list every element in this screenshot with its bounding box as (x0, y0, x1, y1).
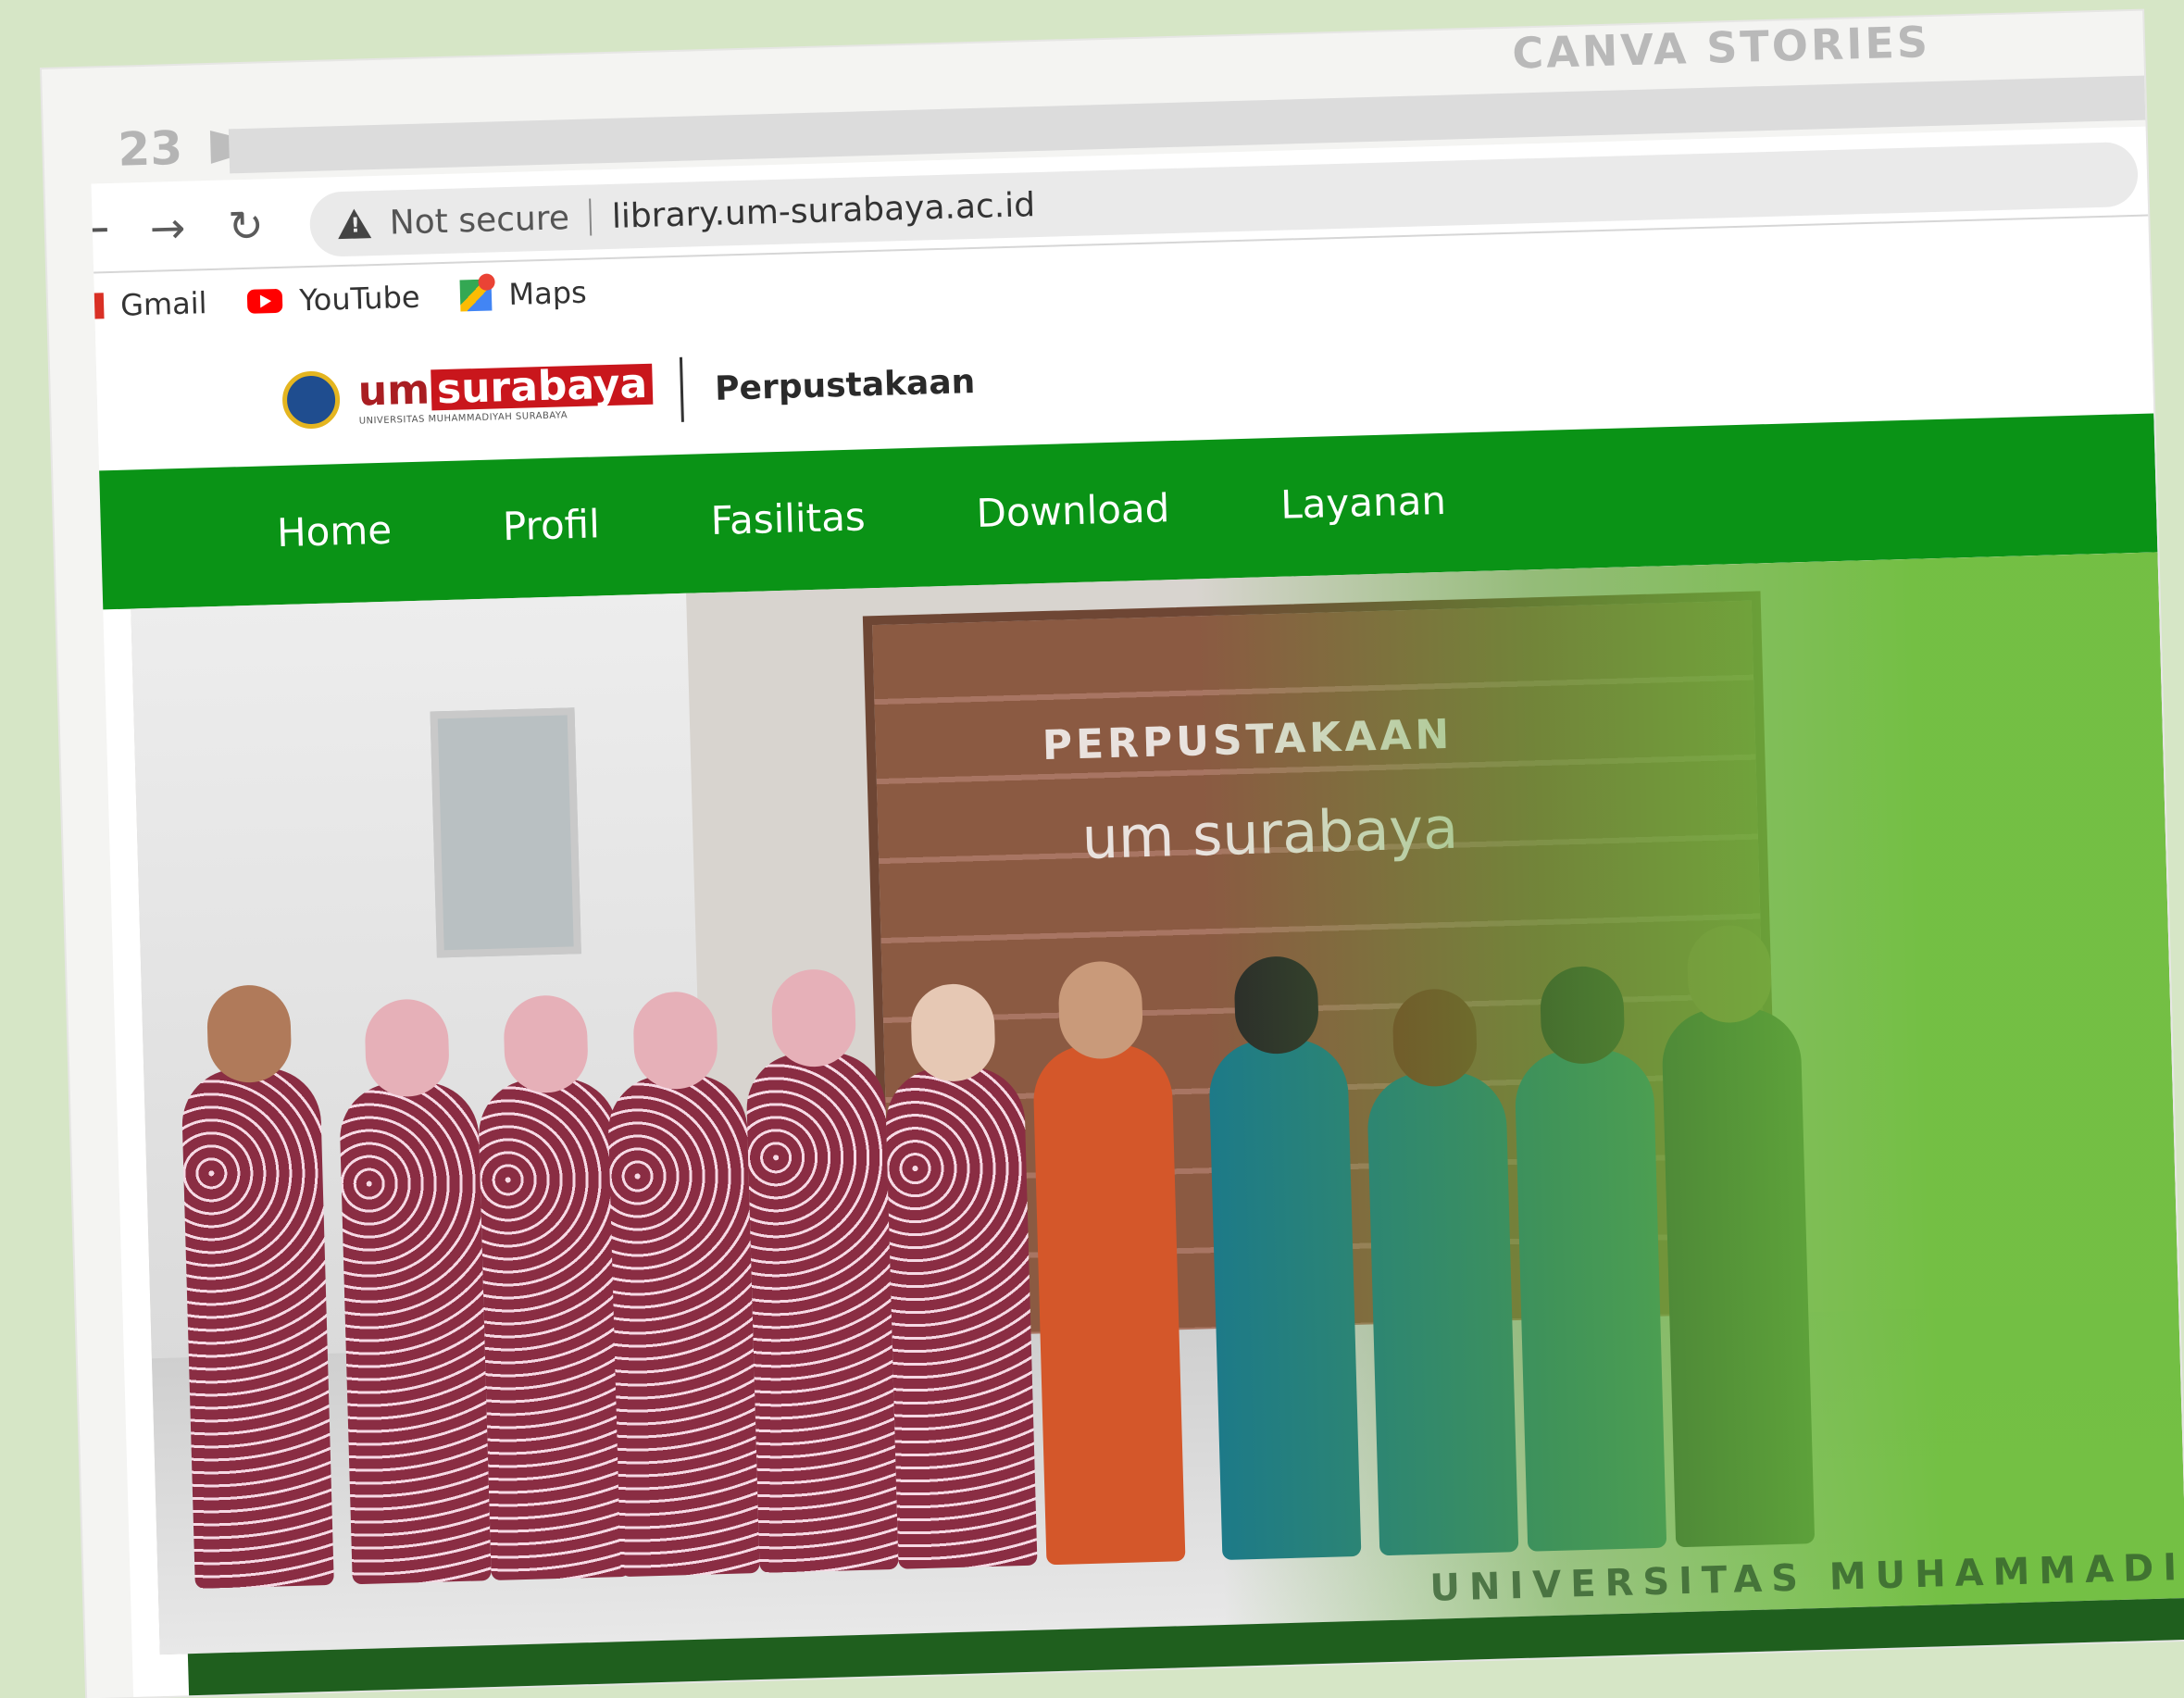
story-card: CANVA STORIES 23 → ↻ Not secure library.… (42, 10, 2184, 1698)
bookmark-label: Maps (507, 274, 588, 313)
university-seal-icon (281, 370, 341, 430)
bookmark-gmail[interactable]: Gmail (94, 285, 207, 323)
hero-person (884, 982, 1038, 1569)
reload-icon[interactable]: ↻ (228, 200, 265, 251)
nav-download[interactable]: Download (976, 485, 1170, 536)
forward-icon[interactable]: → (149, 203, 186, 254)
hero-person (745, 968, 899, 1573)
header-divider (680, 356, 685, 422)
logo-um: um (357, 365, 431, 416)
warning-icon (337, 208, 372, 240)
hero-window (430, 707, 581, 958)
hero-person (1031, 960, 1186, 1566)
nav-home[interactable]: Home (276, 507, 392, 556)
section-title: Perpustakaan (714, 362, 976, 408)
nav-fasilitas[interactable]: Fasilitas (710, 493, 866, 543)
security-label: Not secure (389, 198, 570, 243)
hero-image: PERPUSTAKAAN um surabaya UNIVERSITAS MUH… (131, 552, 2184, 1655)
hero-person (606, 991, 760, 1578)
brand-label: CANVA STORIES (1511, 17, 1931, 79)
maps-icon (460, 279, 493, 312)
hero-green-overlay (1194, 552, 2184, 1625)
bookmark-label: Gmail (119, 285, 207, 323)
page-number: 23 (117, 120, 183, 177)
back-icon[interactable] (92, 228, 107, 232)
browser-window: → ↻ Not secure library.um-surabaya.ac.id… (91, 126, 2184, 1698)
hero-person (338, 998, 492, 1585)
bookmark-maps[interactable]: Maps (460, 275, 587, 314)
hero-person (477, 993, 630, 1581)
site-logo[interactable]: um surabaya UNIVERSITAS MUHAMMADIYAH SUR… (281, 359, 654, 430)
gmail-icon (94, 293, 105, 319)
bookmark-label: YouTube (298, 279, 421, 318)
address-divider (589, 198, 593, 236)
nav-profil[interactable]: Profil (502, 501, 600, 549)
url-text[interactable]: library.um-surabaya.ac.id (611, 186, 1035, 236)
hero-person (181, 983, 334, 1590)
logo-surabaya: surabaya (431, 359, 654, 413)
bookmark-youtube[interactable]: YouTube (247, 280, 420, 319)
youtube-icon (247, 288, 283, 314)
nav-layanan[interactable]: Layanan (1280, 478, 1447, 528)
